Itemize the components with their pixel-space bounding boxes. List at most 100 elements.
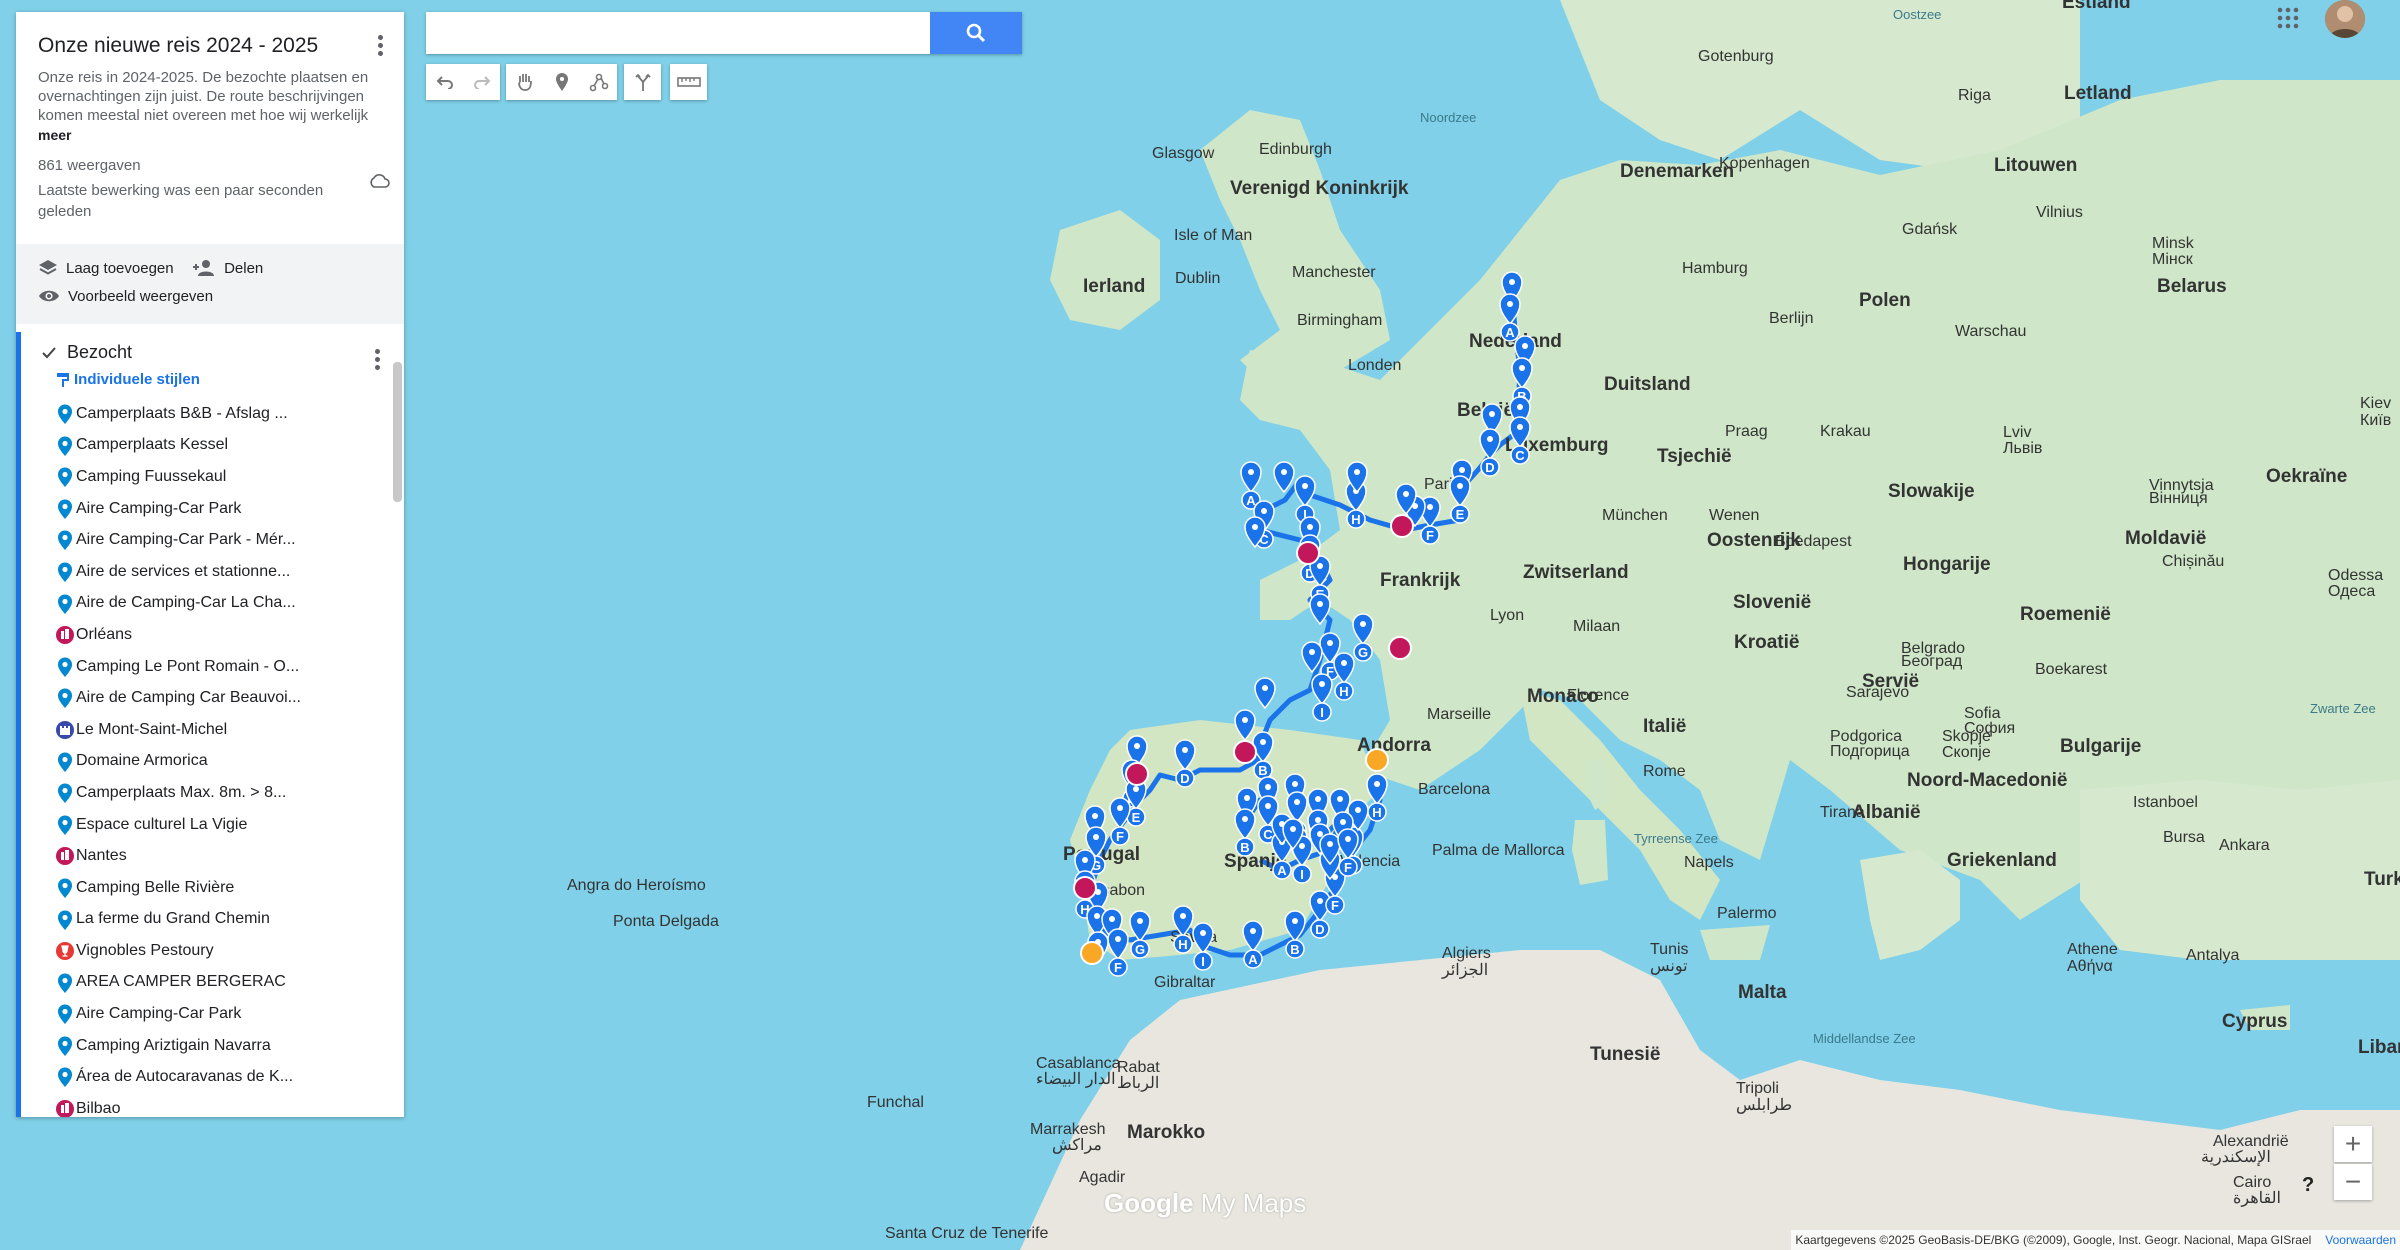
- layer-item[interactable]: Aire Camping-Car Park: [21, 998, 404, 1030]
- layer-item[interactable]: Área de Autocaravanas de K...: [21, 1061, 404, 1093]
- layer-item[interactable]: Espace culturel La Vigie: [21, 809, 404, 841]
- map-highlight-marker[interactable]: [1390, 514, 1414, 538]
- layer-item[interactable]: AREA CAMPER BERGERAC: [21, 967, 404, 999]
- layer-items-list: Camperplaats B&B - Afslag ... Camperplaat…: [21, 398, 404, 1117]
- measure-button[interactable]: [670, 64, 707, 100]
- svg-text:Rabat: Rabat: [1117, 1059, 1160, 1076]
- pan-tool-button[interactable]: [506, 64, 543, 100]
- layer-item-label: Le Mont-Saint-Michel: [76, 720, 228, 738]
- svg-text:Вінниця: Вінниця: [2149, 490, 2208, 507]
- layer-item[interactable]: Domaine Armorica: [21, 746, 404, 778]
- map-highlight-marker[interactable]: [1080, 941, 1104, 965]
- add-layer-button[interactable]: Laag toevoegen: [38, 254, 174, 282]
- add-directions-button[interactable]: [624, 64, 661, 100]
- map-options-kebab-icon[interactable]: [370, 32, 390, 60]
- layer-item[interactable]: Nantes: [21, 840, 404, 872]
- add-marker-button[interactable]: [543, 64, 580, 100]
- svg-text:Angra do Heroísmo: Angra do Heroísmo: [567, 877, 706, 894]
- layer-item[interactable]: Vignobles Pestoury: [21, 935, 404, 967]
- layer-item[interactable]: Camping Le Pont Romain - O...: [21, 651, 404, 683]
- map-actions: Laag toevoegen Delen Voorbeeld weergeven: [16, 244, 404, 324]
- layer-item[interactable]: Le Mont-Saint-Michel: [21, 714, 404, 746]
- map-highlight-marker[interactable]: [1125, 762, 1149, 786]
- layer-item[interactable]: Aire de Camping-Car La Cha...: [21, 588, 404, 620]
- layer-item[interactable]: Orléans: [21, 619, 404, 651]
- svg-text:I: I: [1201, 954, 1205, 969]
- layer-item[interactable]: Aire Camping-Car Park: [21, 493, 404, 525]
- zoom-in-button[interactable]: +: [2334, 1126, 2372, 1162]
- preview-button[interactable]: Voorbeeld weergeven: [38, 282, 213, 310]
- layer-header[interactable]: Bezocht: [21, 332, 404, 367]
- svg-text:Edinburgh: Edinburgh: [1259, 141, 1332, 158]
- svg-text:Athene: Athene: [2067, 941, 2118, 958]
- search-button[interactable]: [930, 12, 1022, 54]
- map-marker-letter: A: [1243, 949, 1263, 969]
- layer-item[interactable]: Aire de services et stationne...: [21, 556, 404, 588]
- svg-text:Belarus: Belarus: [2157, 276, 2227, 297]
- map-marker-letter: I: [1292, 864, 1312, 884]
- layer-item[interactable]: Camperplaats Max. 8m. > 8...: [21, 777, 404, 809]
- map-highlight-marker[interactable]: [1233, 740, 1257, 764]
- svg-text:Marrakesh: Marrakesh: [1030, 1121, 1106, 1138]
- layer-item[interactable]: Aire de Camping Car Beauvoi...: [21, 682, 404, 714]
- scrollbar-thumb[interactable]: [393, 362, 402, 502]
- map-highlight-marker[interactable]: [1073, 876, 1097, 900]
- svg-text:Casablanca: Casablanca: [1036, 1055, 1121, 1072]
- layer-item[interactable]: Camping Belle Rivière: [21, 872, 404, 904]
- map-highlight-marker[interactable]: [1388, 636, 1412, 660]
- svg-text:Londen: Londen: [1348, 357, 1401, 374]
- layer-item[interactable]: Camperplaats B&B - Afslag ...: [21, 398, 404, 430]
- svg-text:E: E: [1132, 810, 1141, 825]
- layer-item[interactable]: Camping Fuussekaul: [21, 461, 404, 493]
- help-button[interactable]: ?: [2302, 1174, 2314, 1197]
- svg-text:Italië: Italië: [1643, 716, 1686, 737]
- svg-text:Manchester: Manchester: [1292, 264, 1376, 281]
- label-noordzee: Noordzee: [1420, 110, 1476, 125]
- layer-item[interactable]: La ferme du Grand Chemin: [21, 904, 404, 936]
- map-header: Onze nieuwe reis 2024 - 2025 Onze reis i…: [16, 12, 404, 232]
- svg-text:Αθήνα: Αθήνα: [2067, 958, 2113, 975]
- map-title[interactable]: Onze nieuwe reis 2024 - 2025: [38, 34, 382, 58]
- more-link[interactable]: meer: [38, 127, 382, 143]
- location-pin-icon: [58, 467, 72, 488]
- layer-item[interactable]: Camping Ariztigain Navarra: [21, 1030, 404, 1062]
- city-icon: [56, 847, 74, 866]
- svg-text:B: B: [1258, 763, 1267, 778]
- svg-text:Gdańsk: Gdańsk: [1902, 221, 1958, 238]
- layer-name[interactable]: Bezocht: [67, 342, 132, 363]
- svg-text:الرباط: الرباط: [1117, 1075, 1159, 1092]
- undo-button[interactable]: [426, 64, 463, 100]
- svg-text:Wenen: Wenen: [1709, 507, 1759, 524]
- avatar[interactable]: [2325, 0, 2365, 38]
- share-button[interactable]: Delen: [192, 254, 263, 282]
- svg-text:الدار البيضاء: الدار البيضاء: [1036, 1071, 1116, 1088]
- toolbar-undo-redo: [426, 64, 500, 100]
- draw-line-button[interactable]: [580, 64, 617, 100]
- zoom-out-button[interactable]: −: [2334, 1164, 2372, 1200]
- svg-text:F: F: [1331, 898, 1339, 913]
- svg-text:Boekarest: Boekarest: [2035, 661, 2108, 678]
- svg-text:Berlijn: Berlijn: [1769, 310, 1813, 327]
- layer-item-label: Aire de Camping Car Beauvoi...: [76, 689, 301, 707]
- city-icon: [56, 1100, 74, 1117]
- directions-icon: [634, 73, 651, 91]
- individual-styles-link[interactable]: Individuele stijlen: [21, 367, 404, 398]
- checkmark-icon[interactable]: [41, 345, 57, 361]
- svg-text:Slowakije: Slowakije: [1888, 481, 1975, 502]
- layer-item[interactable]: Aire Camping-Car Park - Mér...: [21, 524, 404, 556]
- apps-grid-icon[interactable]: [2276, 6, 2300, 30]
- label-oostzee: Oostzee: [1893, 7, 1941, 22]
- redo-button[interactable]: [463, 64, 500, 100]
- svg-text:Bursa: Bursa: [2163, 829, 2205, 846]
- layer-item-label: Camping Belle Rivière: [76, 878, 235, 896]
- location-pin-icon: [58, 594, 72, 614]
- layer-item[interactable]: Bilbao: [21, 1093, 404, 1117]
- google-my-maps-logo: Google My Maps: [1104, 1188, 1306, 1219]
- map-highlight-marker[interactable]: [1365, 748, 1389, 772]
- svg-text:Turkije: Turkije: [2364, 869, 2400, 890]
- map-highlight-marker[interactable]: [1296, 541, 1320, 565]
- terms-link[interactable]: Voorwaarden: [2325, 1233, 2396, 1247]
- layer-bezocht: Bezocht Individuele stijlen Camperplaats…: [16, 332, 404, 1117]
- layer-item[interactable]: Camperplaats Kessel: [21, 430, 404, 462]
- svg-text:Slovenië: Slovenië: [1733, 592, 1811, 613]
